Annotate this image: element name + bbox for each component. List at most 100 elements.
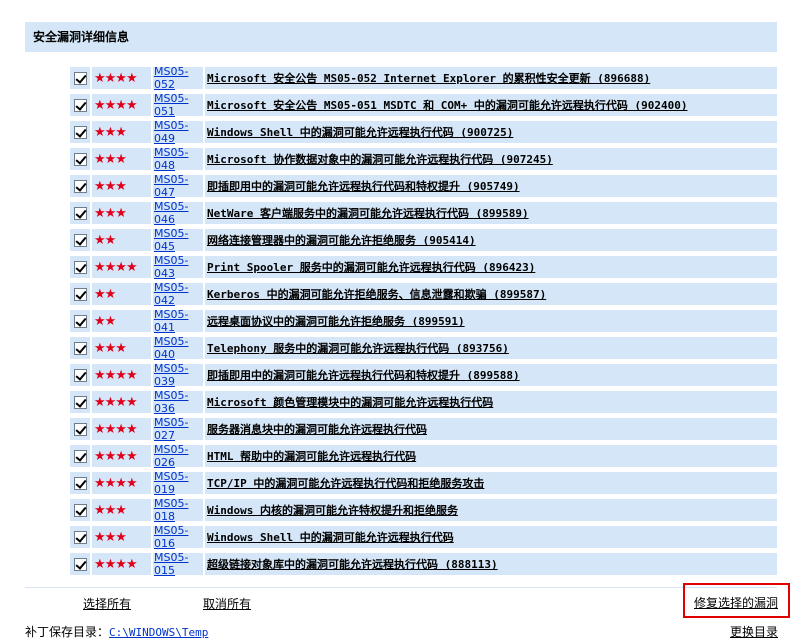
select-checkbox[interactable]: [73, 71, 87, 85]
change-directory-link[interactable]: 更换目录: [730, 623, 778, 640]
severity-stars-icon: ★★★★: [94, 448, 138, 464]
bulletin-title-cell: Windows 内核的漏洞可能允许特权提升和拒绝服务: [205, 499, 777, 521]
checkbox-cell: [70, 364, 90, 386]
bulletin-id-link[interactable]: MS05-027: [154, 416, 203, 442]
severity-cell: ★★★: [92, 526, 151, 548]
select-checkbox[interactable]: [73, 422, 87, 436]
bulletin-id-link[interactable]: MS05-041: [154, 308, 203, 334]
select-checkbox[interactable]: [73, 152, 87, 166]
bulletin-id-link[interactable]: MS05-048: [154, 146, 203, 172]
bulletin-title-cell: 即插即用中的漏洞可能允许远程执行代码和特权提升 (905749): [205, 175, 777, 197]
checkbox-cell: [70, 175, 90, 197]
panel-header: 安全漏洞详细信息: [25, 22, 777, 52]
vulnerability-row: ★★★★ MS05-019 TCP/IP 中的漏洞可能允许远程执行代码和拒绝服务攻击: [70, 470, 777, 496]
bulletin-title-cell: NetWare 客户端服务中的漏洞可能允许远程执行代码 (899589): [205, 202, 777, 224]
bulletin-id-link[interactable]: MS05-040: [154, 335, 203, 361]
select-checkbox[interactable]: [73, 503, 87, 517]
bulletin-id-link[interactable]: MS05-046: [154, 200, 203, 226]
select-checkbox[interactable]: [73, 233, 87, 247]
severity-cell: ★★★: [92, 337, 151, 359]
deselect-all-link[interactable]: 取消所有: [203, 595, 251, 612]
bulletin-id-link[interactable]: MS05-052: [154, 65, 203, 91]
select-checkbox[interactable]: [73, 125, 87, 139]
bulletin-title-link[interactable]: Microsoft 颜色管理模块中的漏洞可能允许远程执行代码: [207, 394, 493, 410]
select-checkbox[interactable]: [73, 368, 87, 382]
bulletin-title-link[interactable]: 超级链接对象库中的漏洞可能允许远程执行代码 (888113): [207, 556, 498, 572]
select-all-link[interactable]: 选择所有: [83, 595, 131, 612]
bulletin-title-link[interactable]: HTML 帮助中的漏洞可能允许远程执行代码: [207, 448, 416, 464]
select-checkbox[interactable]: [73, 98, 87, 112]
bulletin-title-link[interactable]: TCP/IP 中的漏洞可能允许远程执行代码和拒绝服务攻击: [207, 475, 484, 491]
select-checkbox[interactable]: [73, 179, 87, 193]
select-checkbox[interactable]: [73, 557, 87, 571]
bulletin-id-link[interactable]: MS05-036: [154, 389, 203, 415]
bulletin-title-link[interactable]: NetWare 客户端服务中的漏洞可能允许远程执行代码 (899589): [207, 205, 529, 221]
severity-cell: ★★: [92, 283, 151, 305]
severity-stars-icon: ★★★★: [94, 556, 138, 572]
bulletin-title-link[interactable]: Windows 内核的漏洞可能允许特权提升和拒绝服务: [207, 502, 458, 518]
bulletin-title-cell: Microsoft 安全公告 MS05-051 MSDTC 和 COM+ 中的漏…: [205, 94, 777, 116]
select-checkbox[interactable]: [73, 206, 87, 220]
divider: [25, 587, 777, 588]
vulnerability-row: ★★★★ MS05-015 超级链接对象库中的漏洞可能允许远程执行代码 (88811…: [70, 551, 777, 577]
severity-stars-icon: ★★★: [94, 502, 127, 518]
bulletin-title-cell: 服务器消息块中的漏洞可能允许远程执行代码: [205, 418, 777, 440]
bulletin-id-link[interactable]: MS05-015: [154, 551, 203, 577]
bulletin-id-link[interactable]: MS05-043: [154, 254, 203, 280]
bulletin-title-link[interactable]: Windows Shell 中的漏洞可能允许远程执行代码: [207, 529, 454, 545]
bulletin-id-cell: MS05-018: [153, 497, 203, 523]
severity-cell: ★★★★: [92, 94, 151, 116]
bulletin-title-link[interactable]: 远程桌面协议中的漏洞可能允许拒绝服务 (899591): [207, 313, 465, 329]
bulletin-id-cell: MS05-015: [153, 551, 203, 577]
severity-stars-icon: ★★: [94, 232, 116, 248]
bulletin-id-link[interactable]: MS05-051: [154, 92, 203, 118]
bulletin-id-cell: MS05-048: [153, 146, 203, 172]
bulletin-id-link[interactable]: MS05-018: [154, 497, 203, 523]
bulletin-id-link[interactable]: MS05-039: [154, 362, 203, 388]
select-checkbox[interactable]: [73, 260, 87, 274]
severity-cell: ★★: [92, 310, 151, 332]
severity-stars-icon: ★★★: [94, 151, 127, 167]
bulletin-id-link[interactable]: MS05-042: [154, 281, 203, 307]
bulletin-id-link[interactable]: MS05-016: [154, 524, 203, 550]
bulletin-title-cell: 网络连接管理器中的漏洞可能允许拒绝服务 (905414): [205, 229, 777, 251]
bulletin-id-link[interactable]: MS05-026: [154, 443, 203, 469]
bulletin-title-link[interactable]: Microsoft 安全公告 MS05-051 MSDTC 和 COM+ 中的漏…: [207, 97, 688, 113]
select-checkbox[interactable]: [73, 314, 87, 328]
select-checkbox[interactable]: [73, 287, 87, 301]
select-checkbox[interactable]: [73, 449, 87, 463]
bulletin-id-cell: MS05-047: [153, 173, 203, 199]
select-checkbox[interactable]: [73, 476, 87, 490]
checkbox-cell: [70, 499, 90, 521]
bulletin-id-cell: MS05-039: [153, 362, 203, 388]
bulletin-id-link[interactable]: MS05-045: [154, 227, 203, 253]
bulletin-title-link[interactable]: Microsoft 协作数据对象中的漏洞可能允许远程执行代码 (907245): [207, 151, 553, 167]
checkbox-cell: [70, 553, 90, 575]
bulletin-title-link[interactable]: 网络连接管理器中的漏洞可能允许拒绝服务 (905414): [207, 232, 476, 248]
vulnerability-row: ★★★★ MS05-036 Microsoft 颜色管理模块中的漏洞可能允许远程执行…: [70, 389, 777, 415]
save-dir-path[interactable]: C:\WINDOWS\Temp: [109, 626, 208, 639]
bulletin-id-link[interactable]: MS05-049: [154, 119, 203, 145]
bulletin-title-link[interactable]: Print Spooler 服务中的漏洞可能允许远程执行代码 (896423): [207, 259, 535, 275]
vulnerability-row: ★★ MS05-041 远程桌面协议中的漏洞可能允许拒绝服务 (899591): [70, 308, 777, 334]
bulletin-id-link[interactable]: MS05-047: [154, 173, 203, 199]
severity-stars-icon: ★★★: [94, 529, 127, 545]
bulletin-id-cell: MS05-049: [153, 119, 203, 145]
bulletin-title-cell: TCP/IP 中的漏洞可能允许远程执行代码和拒绝服务攻击: [205, 472, 777, 494]
select-checkbox[interactable]: [73, 341, 87, 355]
bulletin-title-cell: Windows Shell 中的漏洞可能允许远程执行代码 (900725): [205, 121, 777, 143]
bulletin-title-link[interactable]: Kerberos 中的漏洞可能允许拒绝服务、信息泄露和欺骗 (899587): [207, 286, 546, 302]
severity-cell: ★★★★: [92, 472, 151, 494]
select-checkbox[interactable]: [73, 530, 87, 544]
bulletin-title-link[interactable]: Microsoft 安全公告 MS05-052 Internet Explore…: [207, 70, 650, 86]
bulletin-id-link[interactable]: MS05-019: [154, 470, 203, 496]
bulletin-title-link[interactable]: 服务器消息块中的漏洞可能允许远程执行代码: [207, 421, 427, 437]
bulletin-title-link[interactable]: Telephony 服务中的漏洞可能允许远程执行代码 (893756): [207, 340, 509, 356]
select-checkbox[interactable]: [73, 395, 87, 409]
bulletin-title-link[interactable]: 即插即用中的漏洞可能允许远程执行代码和特权提升 (899588): [207, 367, 520, 383]
bulletin-title-link[interactable]: 即插即用中的漏洞可能允许远程执行代码和特权提升 (905749): [207, 178, 520, 194]
repair-selected-link[interactable]: 修复选择的漏洞: [694, 594, 778, 611]
severity-stars-icon: ★★: [94, 286, 116, 302]
bulletin-title-link[interactable]: Windows Shell 中的漏洞可能允许远程执行代码 (900725): [207, 124, 513, 140]
checkbox-cell: [70, 121, 90, 143]
